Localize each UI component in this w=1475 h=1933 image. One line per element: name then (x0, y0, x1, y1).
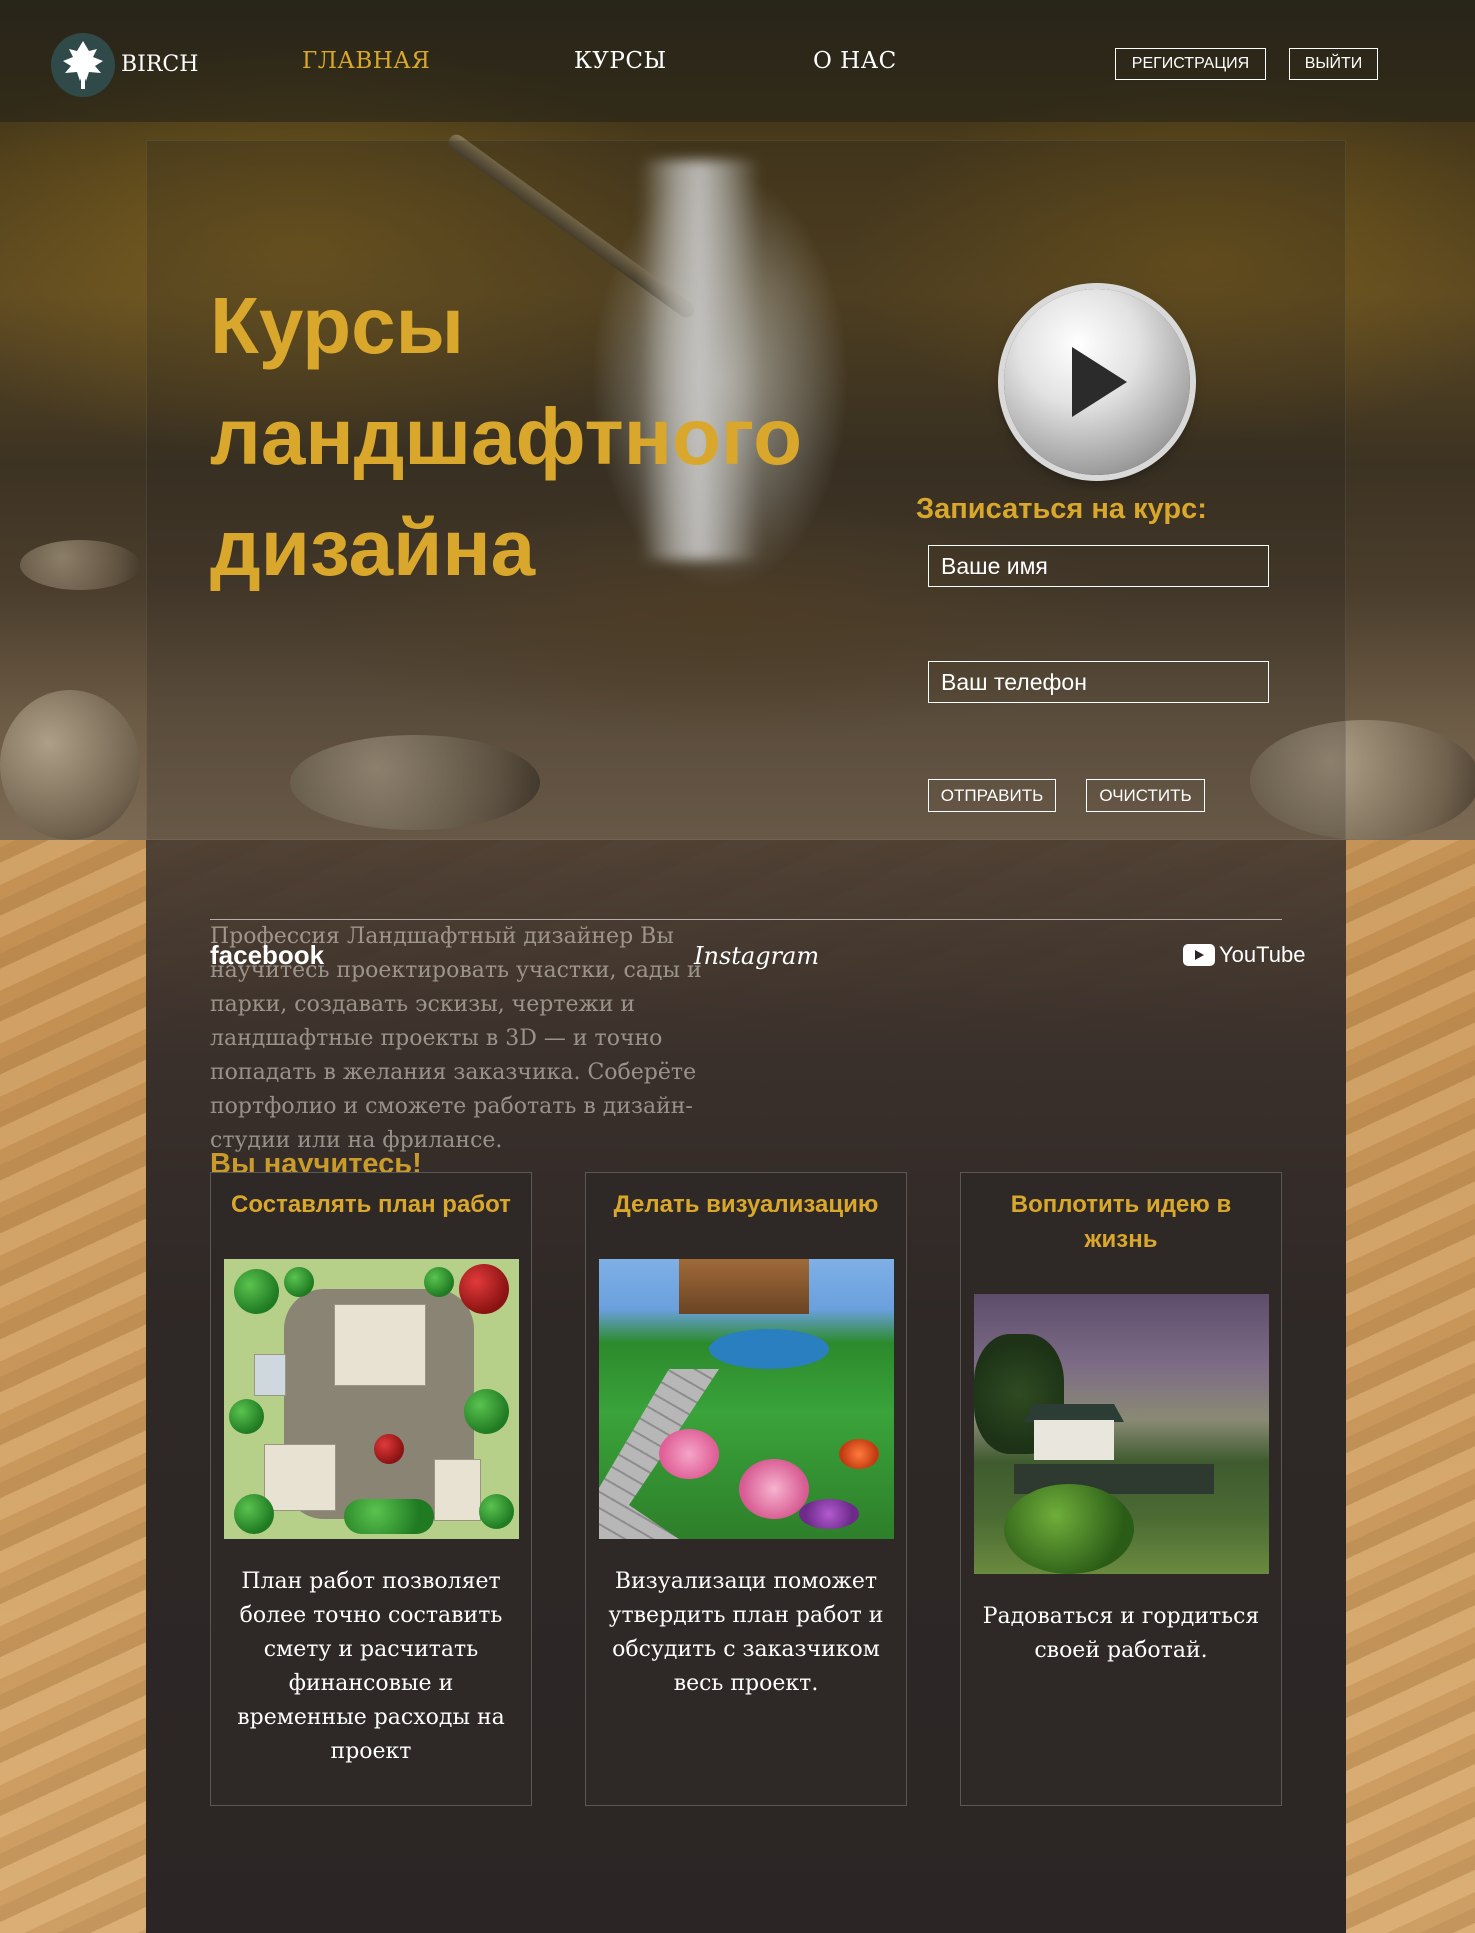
name-input[interactable]: Ваше имя (928, 545, 1269, 587)
feature-card: Воплотить идею в жизнь Радоваться и горд… (960, 1172, 1282, 1806)
youtube-icon (1183, 944, 1215, 966)
rock (0, 690, 140, 840)
card-text: План работ позволяет более точно состави… (237, 1569, 505, 1764)
hero-title-line: Курсы (210, 281, 464, 370)
facebook-link[interactable]: facebook (210, 940, 324, 971)
japanese-garden-image (974, 1294, 1269, 1574)
card-text: Радоваться и гордиться своей работай. (982, 1604, 1260, 1663)
hero-title-line: дизайна (210, 503, 536, 592)
tree-icon (63, 41, 103, 89)
nav-link-home[interactable]: ГЛАВНАЯ (302, 48, 430, 74)
card-text: Визуализаци поможет утвердить план работ… (608, 1569, 884, 1696)
logo[interactable] (51, 33, 115, 97)
submit-button[interactable]: ОТПРАВИТЬ (928, 779, 1056, 812)
youtube-link[interactable]: YouTube (1183, 942, 1305, 968)
instagram-link[interactable]: Instagram (694, 942, 819, 970)
logout-button[interactable]: ВЫЙТИ (1289, 48, 1378, 80)
card-title: Составлять план работ (231, 1191, 511, 1218)
hero-title: Курсы ландшафтного дизайна (210, 270, 830, 603)
play-icon (1072, 347, 1127, 417)
play-button[interactable] (1004, 289, 1190, 475)
card-title: Воплотить идею в жизнь (1010, 1191, 1232, 1253)
clear-button[interactable]: ОЧИСТИТЬ (1086, 779, 1205, 812)
card-title: Делать визуализацию (613, 1191, 879, 1218)
feature-card: Составлять план работ План работ позволя… (210, 1172, 532, 1806)
garden-plan-image (224, 1259, 519, 1539)
feature-card: Делать визуализацию Визуализаци поможет … (585, 1172, 907, 1806)
top-nav: BIRCH ГЛАВНАЯ КУРСЫ О НАС РЕГИСТРАЦИЯ ВЫ… (0, 0, 1475, 122)
rock (20, 540, 140, 590)
nav-link-about[interactable]: О НАС (813, 48, 897, 74)
register-button[interactable]: РЕГИСТРАЦИЯ (1115, 48, 1266, 80)
youtube-label: YouTube (1219, 942, 1306, 967)
nav-link-courses[interactable]: КУРСЫ (574, 48, 667, 74)
brand-name[interactable]: BIRCH (121, 52, 198, 77)
garden-visualization-image (599, 1259, 894, 1539)
signup-form-title: Записаться на курс: (916, 493, 1207, 525)
hero-title-line: ландшафтного (210, 392, 803, 481)
phone-input[interactable]: Ваш телефон (928, 661, 1269, 703)
